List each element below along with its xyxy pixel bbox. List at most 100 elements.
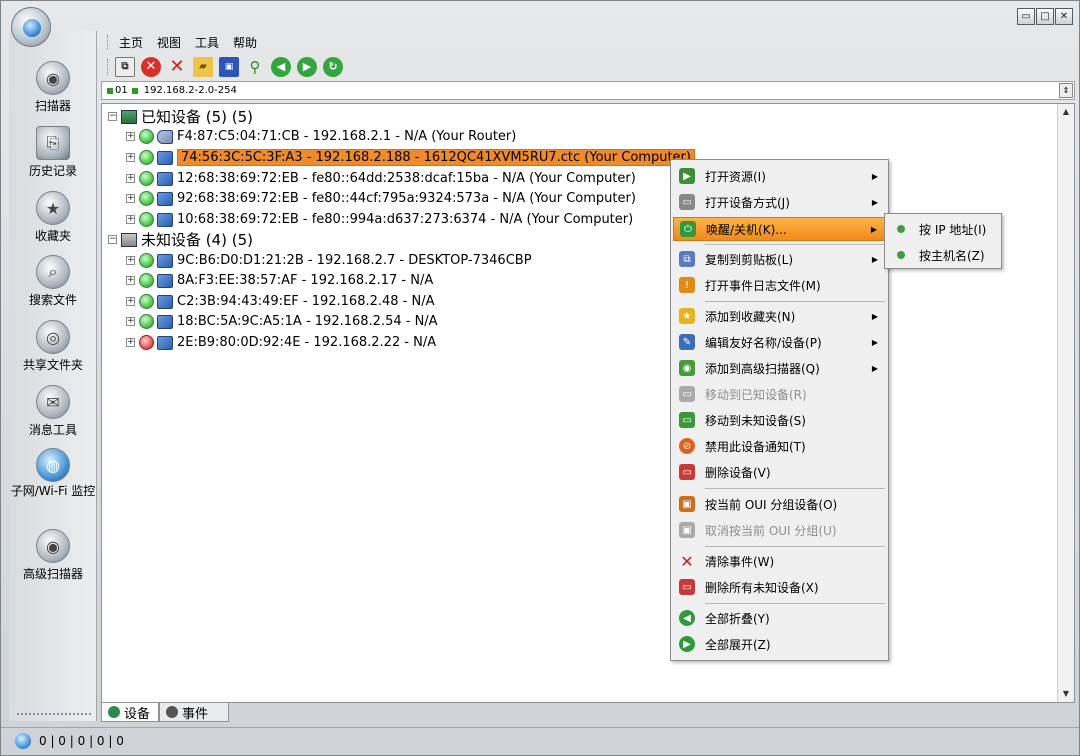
expand-icon[interactable]: + [126,276,135,285]
back-icon[interactable]: ◀ [271,56,291,77]
move-unknown-icon: ▭ [679,412,695,428]
app-logo-icon[interactable] [11,7,51,47]
tree-device-row[interactable]: + 2E:B9:80:0D:92:4E - 192.168.2.22 - N/A [126,333,436,352]
expand-icon[interactable]: + [126,338,135,347]
open-icon[interactable]: ▰ [193,56,213,77]
online-status-icon [139,212,154,227]
tab-devices[interactable]: 设备 [101,703,160,722]
bullet-icon [897,225,905,233]
menu-item-move-unknown[interactable]: ▭ 移动到未知设备(S) [673,408,886,432]
device-label: F4:87:C5:04:71:CB - 192.168.2.1 - N/A (Y… [177,129,517,144]
online-status-icon [139,191,154,206]
tree-device-row[interactable]: + 12:68:38:69:72:EB - fe80::64dd:2538:dc… [126,169,636,188]
tree-device-row[interactable]: + 92:68:38:69:72:EB - fe80::44cf:795a:93… [126,189,636,208]
range-prefix: 01 [115,85,128,96]
collapse-icon[interactable]: − [108,112,117,121]
expand-icon[interactable]: + [126,297,135,306]
tree-device-row[interactable]: + F4:87:C5:04:71:CB - 192.168.2.1 - N/A … [126,127,516,146]
sidebar: ◉ 扫描器 ⎘ 历史记录 ★ 收藏夹 ⌕ 搜索文件 ◎ 共享文件夹 ✉ 消息工具… [9,31,97,721]
main-window: ▭ □ ✕ ◉ 扫描器 ⎘ 历史记录 ★ 收藏夹 ⌕ 搜索文件 ◎ 共享文件夹 … [0,0,1080,756]
tree-device-row[interactable]: + C2:3B:94:43:49:EF - 192.168.2.48 - N/A [126,292,435,311]
menu-item-open-resource[interactable]: ▶ 打开资源(I) ▶ [673,164,886,188]
save-icon[interactable]: ▣ [219,56,239,77]
forward-icon[interactable]: ▶ [297,56,317,77]
expand-icon[interactable]: + [126,132,135,141]
sidebar-item-search-files[interactable]: ⌕ 搜索文件 [9,255,97,308]
stop-icon[interactable]: ✕ [141,56,161,77]
copy-icon[interactable]: ⧉ [115,56,135,77]
sidebar-item-scanner[interactable]: ◉ 扫描器 [9,61,97,114]
submenu-arrow-icon: ▶ [871,197,878,207]
expand-icon[interactable]: + [126,215,135,224]
menu-item-edit-friendly-name[interactable]: ✎ 编辑友好名称/设备(P) ▶ [673,330,886,354]
tree-device-row-selected[interactable]: + 74:56:3C:5C:3F:A3 - 192.168.2.188 - 16… [126,148,695,167]
menu-item-delete-device[interactable]: ▭ 删除设备(V) [673,460,886,484]
history-icon: ⎘ [36,126,70,160]
tree-group-known[interactable]: − 已知设备 (5) (5) [108,107,253,126]
computer-icon [157,191,173,206]
sidebar-item-message[interactable]: ✉ 消息工具 [9,385,97,438]
shared-folder-icon: ◎ [36,320,70,354]
collapse-icon[interactable]: − [108,235,117,244]
tree-group-unknown[interactable]: − 未知设备 (4) (5) [108,230,253,249]
tree-device-row[interactable]: + 18:BC:5A:9C:A5:1A - 192.168.2.54 - N/A [126,312,438,331]
submenu-item-by-hostname[interactable]: 按主机名(Z) [887,243,999,267]
menu-help[interactable]: 帮助 [233,34,257,51]
clear-events-icon: ✕ [680,551,694,571]
menu-item-expand-all[interactable]: ▶ 全部展开(Z) [673,632,886,656]
menu-item-open-device-with[interactable]: ▭ 打开设备方式(J) ▶ [673,190,886,214]
close-button[interactable]: ✕ [1055,8,1073,25]
menu-item-copy-clipboard[interactable]: ⧉ 复制到剪贴板(L) ▶ [673,247,886,271]
menu-item-clear-events[interactable]: ✕ 清除事件(W) [673,549,886,573]
sidebar-item-subnet-monitor[interactable]: ◍ 子网/Wi-Fi 监控 [9,448,97,498]
delete-device-icon: ▭ [679,464,695,480]
submenu-arrow-icon: ▶ [871,363,878,373]
menu-item-open-event-log[interactable]: ! 打开事件日志文件(M) [673,273,886,297]
scroll-up-icon[interactable]: ▲ [1059,104,1073,120]
menu-item-collapse-all[interactable]: ◀ 全部折叠(Y) [673,606,886,630]
menu-item-wake-shutdown[interactable]: ⏻ 唤醒/关机(K)... ▶ [673,217,886,241]
minimize-button[interactable]: ▭ [1017,8,1035,25]
toolbar-grip[interactable] [107,35,110,49]
tree-device-row[interactable]: + 9C:B6:D0:D1:21:2B - 192.168.2.7 - DESK… [126,251,532,270]
toolbar-grip[interactable] [107,59,110,75]
window-controls: ▭ □ ✕ [1017,8,1073,25]
expand-icon[interactable]: + [126,153,135,162]
maximize-button[interactable]: □ [1036,8,1054,25]
expand-icon[interactable]: + [126,194,135,203]
menu-separator [705,546,885,547]
ip-range-spinner[interactable]: ⇕ [1059,83,1073,98]
delete-icon[interactable]: ✕ [167,56,187,77]
sidebar-item-history[interactable]: ⎘ 历史记录 [9,126,97,179]
refresh-icon[interactable]: ↻ [323,56,343,77]
menu-item-add-favorites[interactable]: ★ 添加到收藏夹(N) ▶ [673,304,886,328]
expand-icon[interactable]: + [126,317,135,326]
sidebar-item-advanced-scanner[interactable]: ◉ 高级扫描器 [9,529,97,582]
toolbar: ⧉ ✕ ✕ ▰ ▣ ⚲ ◀ ▶ ↻ [101,54,1077,79]
tree-device-row[interactable]: + 8A:F3:EE:38:57:AF - 192.168.2.17 - N/A [126,271,433,290]
tab-events[interactable]: 事件 [159,703,230,722]
vertical-scrollbar[interactable]: ▲ ▼ [1057,104,1074,702]
ip-range-input[interactable]: 01 192.168.2-2.0-254 ⇕ [101,81,1075,100]
expand-icon[interactable]: + [126,174,135,183]
tree-device-row[interactable]: + 10:68:38:69:72:EB - fe80::994a:d637:27… [126,210,633,229]
menu-item-disable-notification[interactable]: ⊘ 禁用此设备通知(T) [673,434,886,458]
menu-item-group-oui[interactable]: ▣ 按当前 OUI 分组设备(O) [673,492,886,516]
submenu-item-label: 按 IP 地址(I) [919,222,987,237]
menu-item-add-advanced-scanner[interactable]: ◉ 添加到高级扫描器(Q) ▶ [673,356,886,380]
ungroup-oui-icon: ▣ [679,522,695,538]
menu-view[interactable]: 视图 [157,34,181,51]
menu-item-delete-all-unknown[interactable]: ▭ 删除所有未知设备(X) [673,575,886,599]
unknown-devices-icon [121,232,137,247]
sidebar-item-favorites[interactable]: ★ 收藏夹 [9,191,97,244]
sidebar-item-shared-folder[interactable]: ◎ 共享文件夹 [9,320,97,373]
menu-tools[interactable]: 工具 [195,34,219,51]
menu-home[interactable]: 主页 [119,34,143,51]
group-oui-icon: ▣ [679,496,695,512]
clipboard-icon: ⧉ [679,251,695,267]
find-icon[interactable]: ⚲ [245,57,265,77]
expand-icon[interactable]: + [126,256,135,265]
favorites-icon: ★ [36,191,70,225]
scroll-down-icon[interactable]: ▼ [1059,686,1073,702]
submenu-item-by-ip[interactable]: 按 IP 地址(I) [887,217,999,241]
